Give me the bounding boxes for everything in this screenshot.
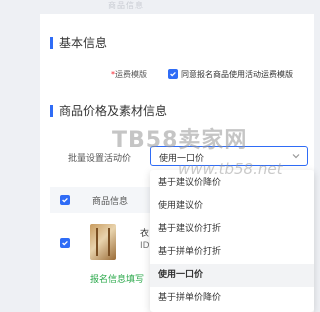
product-name: 衣: [140, 229, 150, 239]
check-icon: [62, 197, 68, 203]
basic-info-title: 基本信息: [59, 36, 108, 50]
price-section-heading: 商品价格及素材信息: [50, 102, 167, 119]
dropdown-option[interactable]: 使用建议价: [150, 195, 314, 218]
chevron-down-icon: [292, 154, 300, 159]
agree-shipping-text: 同意报名商品使用活动运费模版: [181, 70, 293, 79]
watermark-url: www.tb58.net: [178, 160, 283, 178]
price-section-title: 商品价格及素材信息: [59, 104, 168, 118]
dropdown-option[interactable]: 基于拼单价打折: [150, 241, 314, 264]
table-header-product: 商品信息: [92, 197, 129, 207]
basic-info-heading: 基本信息: [50, 34, 107, 51]
product-thumbnail[interactable]: [90, 224, 116, 260]
check-icon: [62, 240, 68, 246]
watermark-text: TB58卖家网: [112, 128, 248, 153]
section-accent-bar: [50, 36, 53, 49]
dropdown-option[interactable]: 基于拼单价降价: [150, 287, 314, 310]
top-tab-label: 商品信息: [108, 1, 144, 10]
price-option-dropdown: 基于建议价降价 使用建议价 基于建议价打折 基于拼单价打折 使用一口价 基于拼单…: [150, 170, 314, 312]
row-checkbox[interactable]: [60, 238, 70, 248]
section-accent-bar: [50, 104, 53, 117]
register-info-link[interactable]: 报名信息填写: [90, 272, 144, 285]
shipping-template-label-text: 运费模版: [115, 70, 147, 79]
dropdown-option[interactable]: 基于建议价打折: [150, 218, 314, 241]
select-all-checkbox[interactable]: [60, 195, 70, 205]
dropdown-option-selected[interactable]: 使用一口价: [150, 264, 314, 287]
agree-shipping-checkbox[interactable]: [168, 69, 178, 79]
product-id: ID: [140, 241, 150, 251]
shipping-template-label: *运费模版: [111, 69, 147, 80]
check-icon: [170, 71, 176, 77]
